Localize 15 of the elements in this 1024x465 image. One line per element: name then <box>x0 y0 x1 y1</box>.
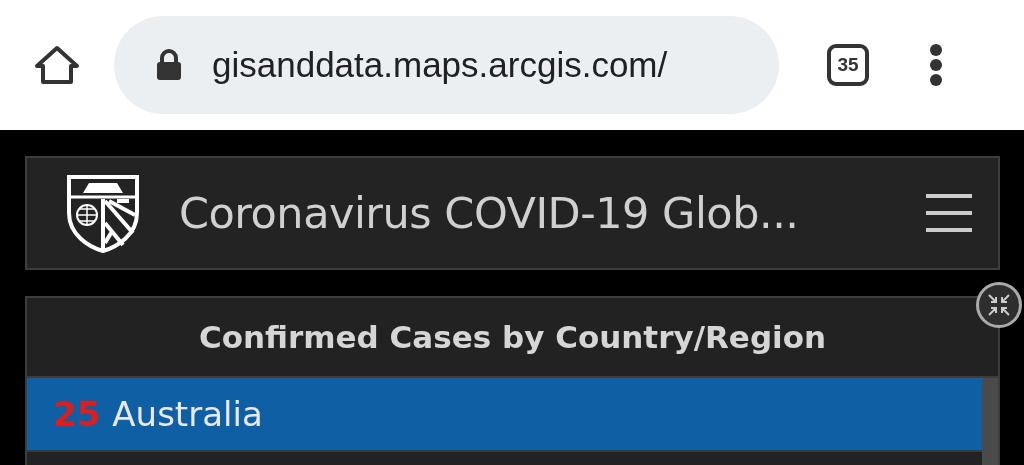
url-text: gisanddata.maps.arcgis.com/ <box>212 45 668 85</box>
scrollbar[interactable] <box>982 378 998 465</box>
country-row[interactable]: 25 Australia <box>27 378 982 452</box>
home-icon[interactable] <box>34 45 80 85</box>
collapse-button[interactable] <box>976 282 1022 328</box>
shrink-icon <box>987 293 1011 317</box>
case-count: 25 <box>53 394 101 434</box>
app-title: Coronavirus COVID-19 Glob... <box>179 188 800 238</box>
menu-icon[interactable] <box>929 44 943 86</box>
tab-count-button[interactable]: 35 <box>827 44 869 86</box>
address-bar[interactable]: gisanddata.maps.arcgis.com/ <box>114 16 779 114</box>
shield-logo-icon <box>65 173 141 253</box>
country-name: Australia <box>112 394 263 434</box>
menu-icon[interactable] <box>926 193 972 233</box>
lock-icon <box>156 49 182 81</box>
